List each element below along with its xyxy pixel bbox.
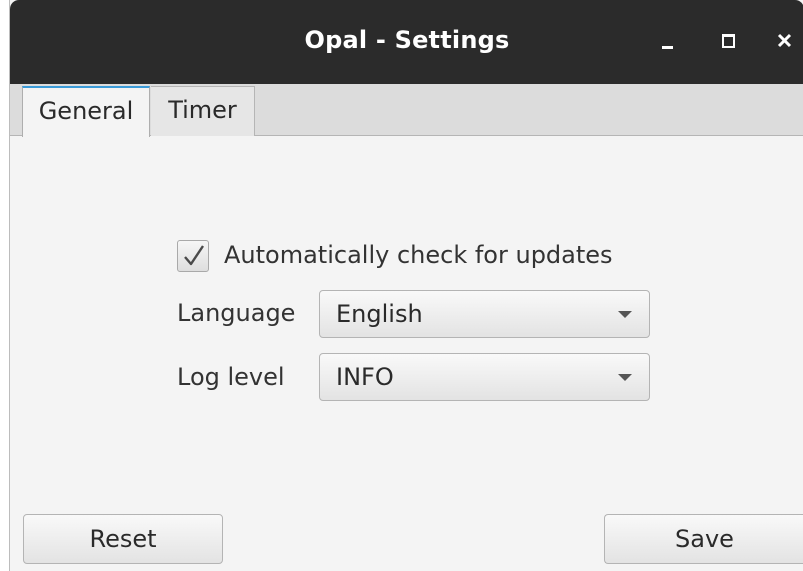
- tab-general[interactable]: General: [22, 86, 150, 137]
- save-button[interactable]: Save: [604, 514, 803, 564]
- log-level-select[interactable]: INFO: [319, 353, 650, 401]
- minimize-icon[interactable]: [656, 26, 682, 56]
- language-select[interactable]: English: [319, 290, 650, 338]
- tab-timer[interactable]: Timer: [151, 86, 255, 136]
- log-level-label: Log level: [177, 363, 285, 391]
- checkmark-icon: [184, 245, 204, 266]
- reset-button[interactable]: Reset: [23, 514, 223, 564]
- language-label: Language: [177, 299, 296, 327]
- chevron-down-icon: [618, 374, 632, 381]
- settings-window: Opal - Settings General Timer Automatica…: [9, 0, 803, 571]
- log-level-value: INFO: [336, 363, 394, 391]
- auto-update-label[interactable]: Automatically check for updates: [224, 241, 613, 269]
- language-value: English: [336, 300, 423, 328]
- maximize-icon[interactable]: [718, 26, 744, 56]
- auto-update-checkbox[interactable]: [177, 240, 209, 272]
- tab-strip: General Timer: [10, 84, 803, 137]
- title-bar[interactable]: Opal - Settings: [10, 0, 803, 84]
- close-icon[interactable]: [773, 26, 799, 56]
- chevron-down-icon: [618, 311, 632, 318]
- window-title: Opal - Settings: [304, 26, 510, 54]
